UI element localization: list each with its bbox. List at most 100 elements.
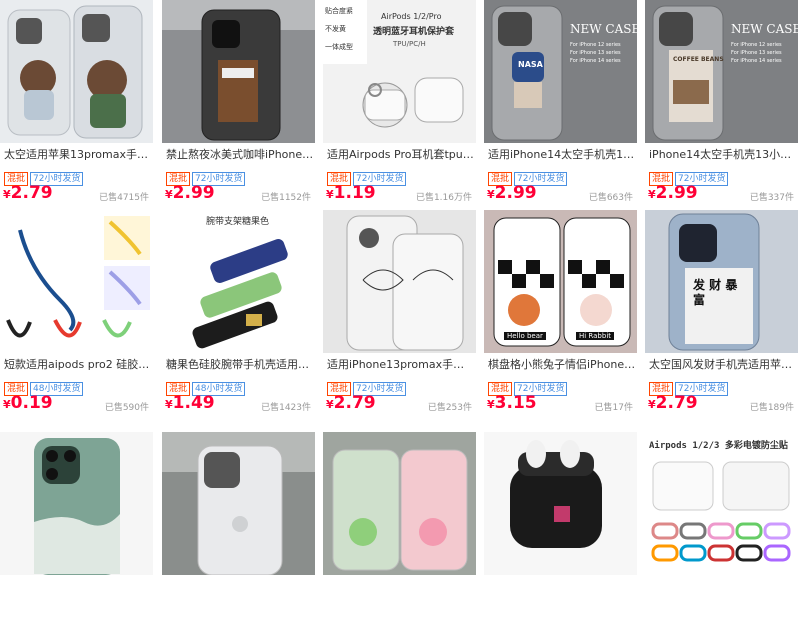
airpods-sub-label: 透明蓝牙耳机保护套: [373, 27, 455, 37]
product-title[interactable]: 太空适用苹果13promax手机壳1…: [4, 148, 152, 162]
sold-count: 已售1423件: [261, 403, 311, 413]
currency-symbol: ¥: [648, 188, 656, 201]
product-image[interactable]: 腕带支架糖果色: [162, 210, 315, 353]
product-card[interactable]: ¥: [0, 432, 153, 642]
price-value: 1.49: [172, 393, 215, 413]
series-1: For iPhone 12 series: [570, 42, 621, 48]
badge-row: 混批 72小时发货: [649, 376, 729, 396]
sold-count: 已售337件: [749, 193, 794, 203]
product-title[interactable]: 适用iPhone13promax手机壳12…: [327, 358, 475, 372]
product-image[interactable]: [0, 432, 153, 575]
currency-symbol: ¥: [326, 188, 334, 201]
product-title[interactable]: 太空国风发财手机壳适用苹果14…: [649, 358, 797, 372]
product-card[interactable]: NEW CASE For iPhone 12 series For iPhone 1…: [645, 0, 798, 210]
badge-row: 混批 72小时发货: [166, 166, 246, 186]
series-3: For iPhone 14 series: [731, 58, 782, 64]
currency-symbol: ¥: [165, 398, 173, 411]
product-card[interactable]: 发 财 暴 富 太空国风发财手机壳适用苹果14… 混批72小时发货 ¥2.79 …: [645, 210, 798, 420]
sold-count: 已售17件: [594, 403, 633, 413]
newcase-label: NEW CASE: [731, 22, 798, 36]
price-value: 0.19: [10, 393, 53, 413]
currency-symbol: ¥: [165, 188, 173, 201]
badge-row: 混批 72小时发货: [327, 376, 407, 396]
fortune-label: 发 财 暴 富: [693, 278, 738, 307]
product-title[interactable]: iPhone14太空手机壳13小众高级…: [649, 148, 797, 162]
product-card[interactable]: 禁止熬夜冰美式咖啡iPhone14太… 混批72小时发货 ¥2.99 已售115…: [162, 0, 315, 210]
badge-row: 混批 72小时发货: [327, 166, 407, 186]
coffee-label: COFFEE BEANS: [673, 56, 724, 63]
price-value: 2.79: [655, 393, 698, 413]
currency-symbol: ¥: [3, 398, 11, 411]
product-card[interactable]: 太空适用苹果13promax手机壳1… 混批72小时发货 ¥2.79 已售471…: [0, 0, 153, 210]
product-image[interactable]: Hello bear Hi Rabbit: [484, 210, 637, 353]
nasa-label: NASA: [518, 60, 543, 69]
product-card[interactable]: Hello bearHi Rabbit 棋盘格小熊兔子情侣iPhone14太… …: [484, 210, 637, 420]
airpods-top-label: AirPods 1/2/Pro: [381, 12, 442, 21]
product-card[interactable]: ¥: [323, 432, 476, 642]
airpods-material: TPU/PC/H: [393, 40, 426, 48]
hello-bear-label: Hello bear: [504, 332, 546, 340]
badge-row: 混批 72小时发货: [488, 166, 568, 186]
sold-count: 已售189件: [749, 403, 794, 413]
product-image[interactable]: [323, 210, 476, 353]
product-image[interactable]: [162, 0, 315, 143]
product-price: ¥2.99: [165, 183, 215, 203]
product-price: ¥0.19: [3, 393, 53, 413]
badge-row: 混批 72小时发货: [649, 166, 729, 186]
product-card[interactable]: AirPods 1/2/Pro 透明蓝牙耳机保护套 贴合度紧 不发黄 一体成型 TPU/P…: [323, 0, 476, 210]
product-image[interactable]: [484, 432, 637, 575]
product-price: ¥2.99: [648, 183, 698, 203]
airpods-tag-3: 一体成型: [325, 43, 353, 51]
currency-symbol: ¥: [487, 398, 495, 411]
product-price: ¥2.79: [326, 393, 376, 413]
badge-row: 混批 48小时发货: [4, 376, 84, 396]
product-price: ¥3.15: [487, 393, 537, 413]
product-title[interactable]: 糖果色硅胶腕带手机壳适用苹果…: [166, 358, 314, 372]
series-2: For iPhone 13 series: [731, 50, 782, 56]
product-title[interactable]: 适用iPhone14太空手机壳13小众…: [488, 148, 636, 162]
sold-count: 已售253件: [427, 403, 472, 413]
product-image[interactable]: 发 财 暴 富: [645, 210, 798, 353]
product-price: ¥2.79: [3, 183, 53, 203]
product-price: ¥1.49: [165, 393, 215, 413]
product-image[interactable]: [0, 0, 153, 143]
product-card[interactable]: ¥: [162, 432, 315, 642]
product-title[interactable]: 短款适用aipods pro2 硅胶民族…: [4, 358, 152, 372]
airpods-tag-2: 不发黄: [325, 25, 346, 33]
currency-symbol: ¥: [3, 188, 11, 201]
currency-symbol: ¥: [326, 398, 334, 411]
series-3: For iPhone 14 series: [570, 58, 621, 64]
series-1: For iPhone 12 series: [731, 42, 782, 48]
badge-row: 混批 48小时发货: [166, 376, 246, 396]
hi-rabbit-label: Hi Rabbit: [576, 332, 615, 340]
product-title[interactable]: 禁止熬夜冰美式咖啡iPhone14太…: [166, 148, 314, 162]
price-value: 2.79: [333, 393, 376, 413]
product-image[interactable]: NEW CASE For iPhone 12 series For iPhone 1…: [484, 0, 637, 143]
product-image[interactable]: NEW CASE For iPhone 12 series For iPhone 1…: [645, 0, 798, 143]
product-image[interactable]: [323, 432, 476, 575]
series-2: For iPhone 13 series: [570, 50, 621, 56]
price-value: 3.15: [494, 393, 537, 413]
product-price: ¥1.19: [326, 183, 376, 203]
product-card[interactable]: 适用iPhone13promax手机壳12… 混批72小时发货 ¥2.79 已售…: [323, 210, 476, 420]
product-image[interactable]: [0, 210, 153, 353]
product-title[interactable]: 棋盘格小熊兔子情侣iPhone14太…: [488, 358, 636, 372]
product-image[interactable]: AirPods 1/2/Pro 透明蓝牙耳机保护套 贴合度紧 不发黄 一体成型 TPU/P…: [323, 0, 476, 143]
product-grid: 太空适用苹果13promax手机壳1… 混批72小时发货 ¥2.79 已售471…: [0, 0, 800, 642]
product-card[interactable]: ¥: [484, 432, 637, 642]
product-card[interactable]: 短款适用aipods pro2 硅胶民族… 混批48小时发货 ¥0.19 已售5…: [0, 210, 153, 420]
badge-row: 混批 72小时发货: [4, 166, 84, 186]
sold-count: 已售663件: [588, 193, 633, 203]
product-image[interactable]: [162, 432, 315, 575]
product-card[interactable]: NEW CASE For iPhone 12 series For iPhone 1…: [484, 0, 637, 210]
dust-header: Airpods 1/2/3 多彩电镀防尘贴: [649, 441, 788, 451]
product-image[interactable]: Airpods 1/2/3 多彩电镀防尘贴: [645, 432, 798, 575]
product-title[interactable]: 适用Airpods Pro耳机套tpu苹果…: [327, 148, 475, 162]
newcase-label: NEW CASE: [570, 22, 637, 36]
product-price: ¥2.99: [487, 183, 537, 203]
product-card[interactable]: Airpods 1/2/3 多彩电镀防尘贴 ¥: [645, 432, 798, 642]
price-value: 2.99: [172, 183, 215, 203]
badge-row: 混批 72小时发货: [488, 376, 568, 396]
currency-symbol: ¥: [648, 398, 656, 411]
product-card[interactable]: 腕带支架糖果色 糖果色硅胶腕带手机壳适用苹果… 混批48小时发货 ¥1.49 已…: [162, 210, 315, 420]
